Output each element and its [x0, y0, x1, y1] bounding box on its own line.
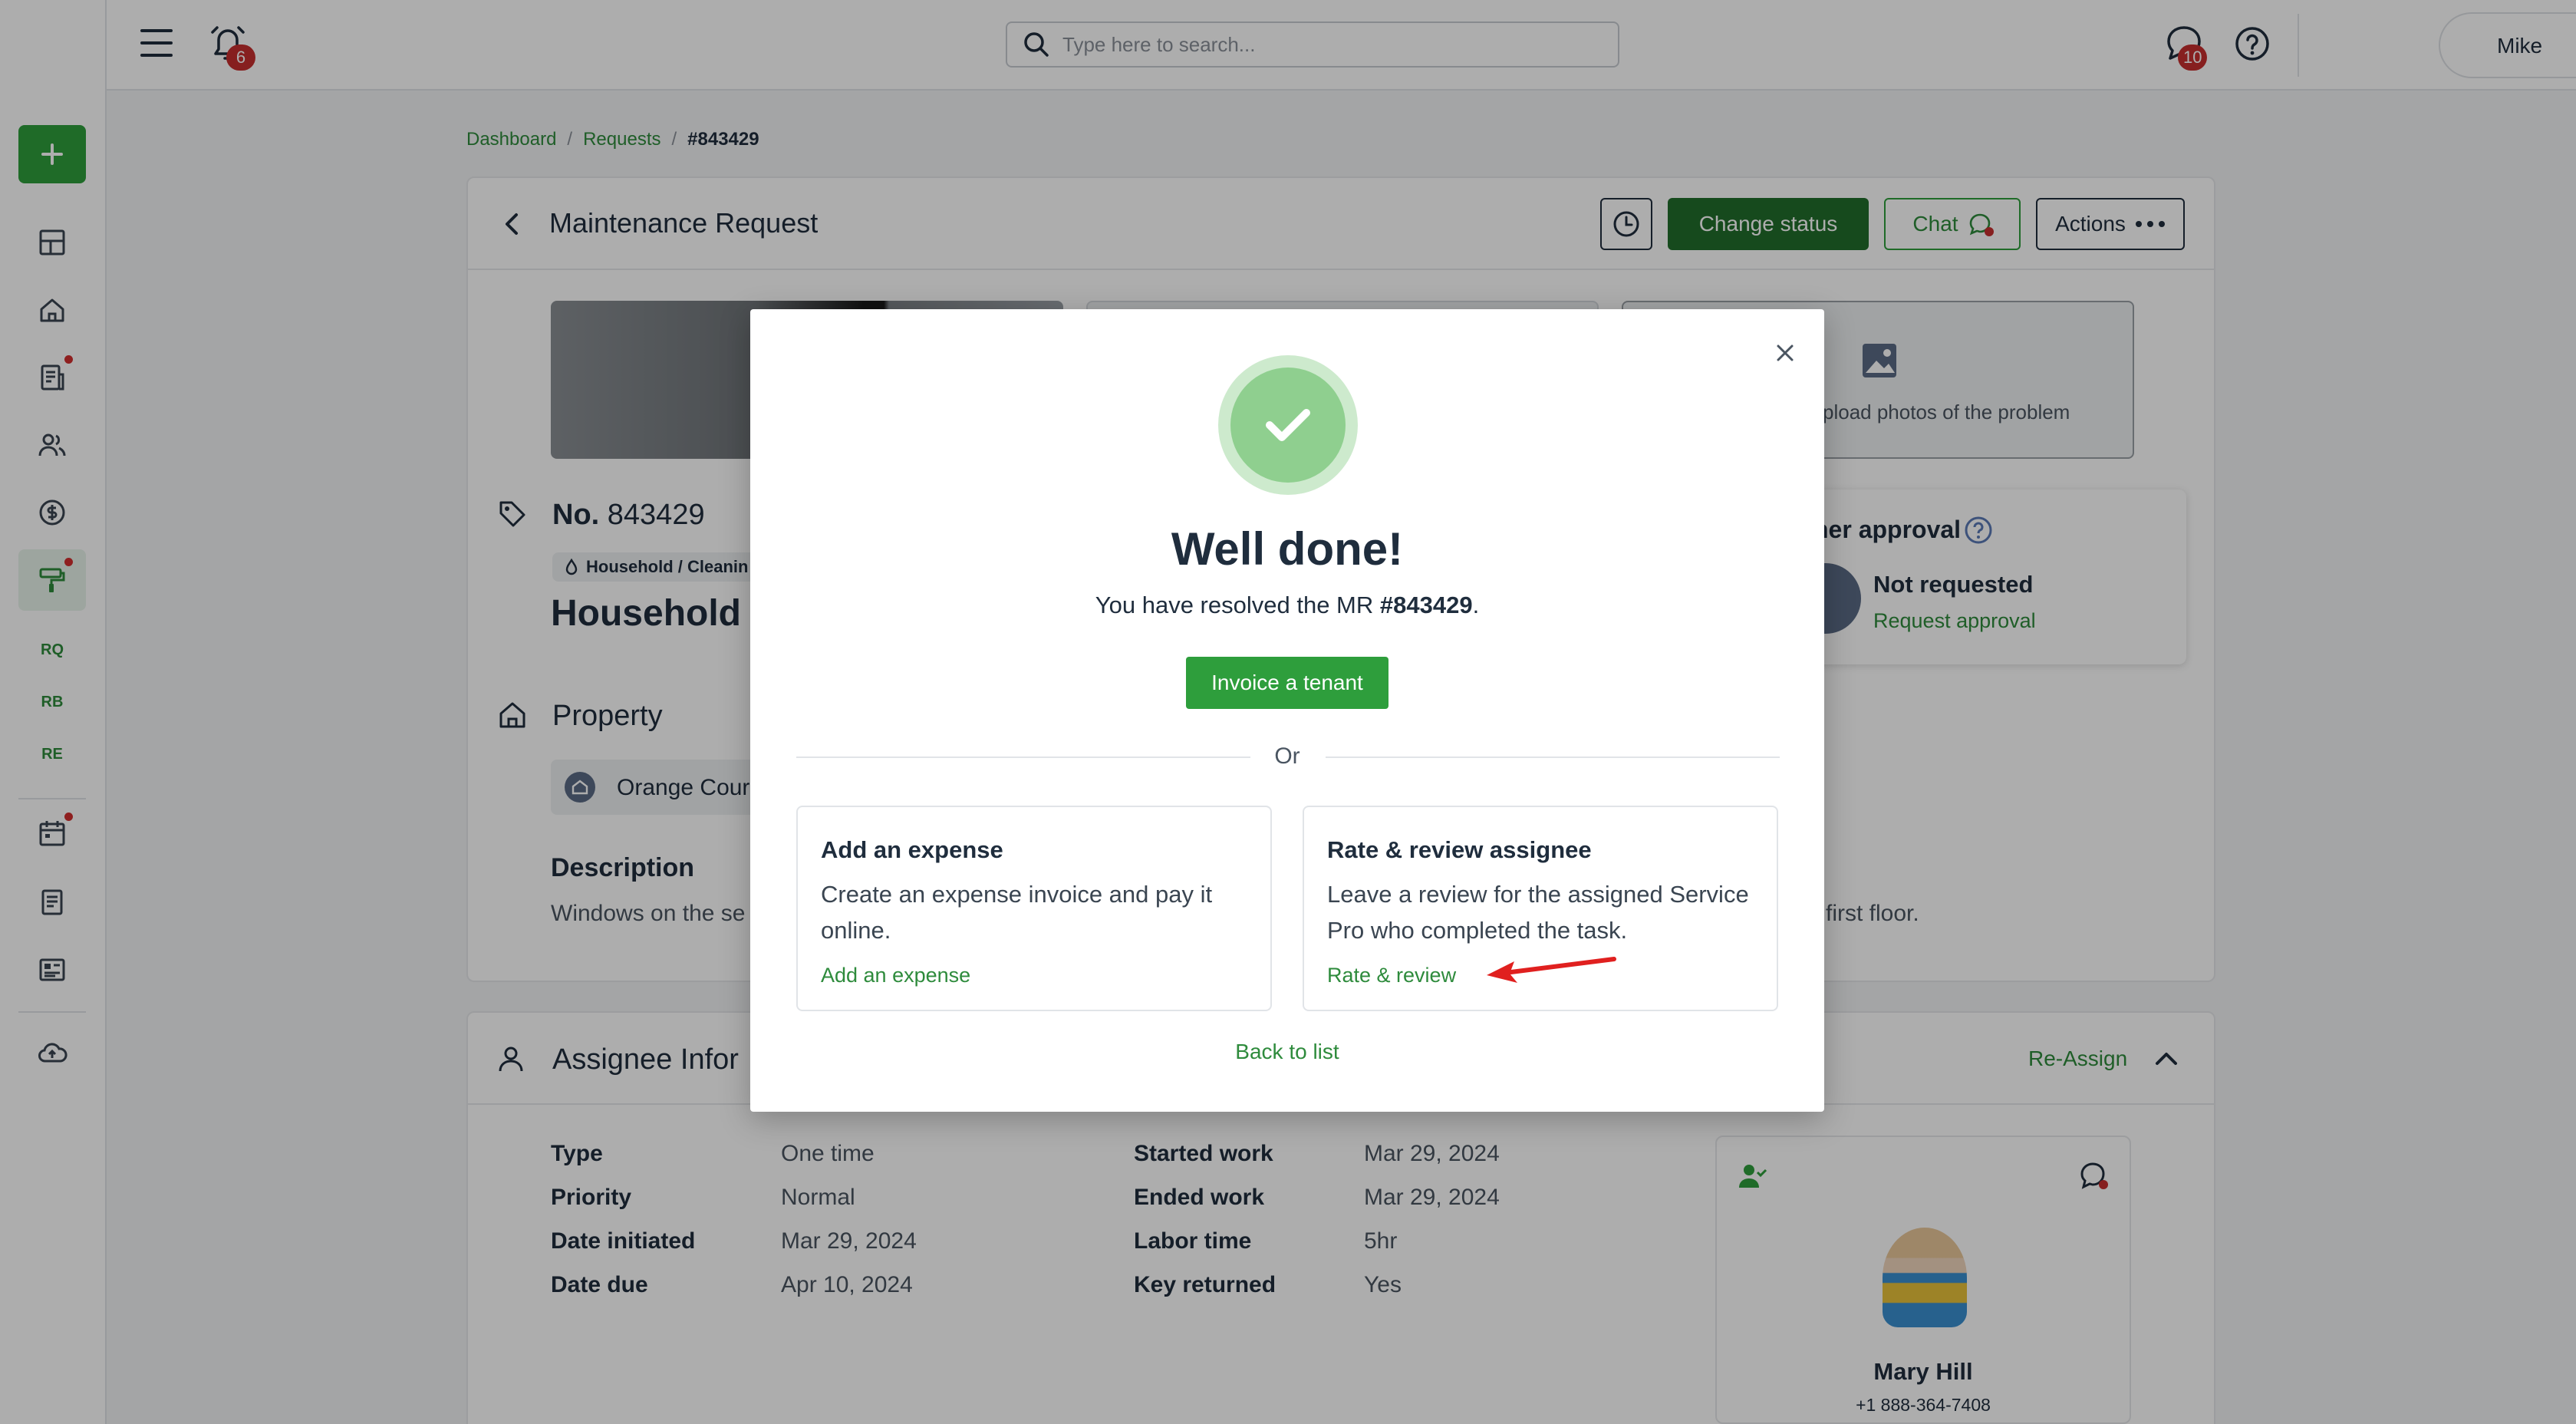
dialog-subtitle-suffix: .	[1472, 592, 1480, 618]
option-rate-review-heading: Rate & review assignee	[1327, 836, 1592, 863]
invoice-tenant-button[interactable]: Invoice a tenant	[1186, 657, 1388, 709]
success-badge	[1218, 355, 1358, 495]
option-rate-review: Rate & review assignee Leave a review fo…	[1303, 806, 1778, 1011]
rate-review-link[interactable]: Rate & review	[1327, 964, 1456, 987]
annotation-arrow-icon	[1487, 957, 1616, 983]
checkmark-icon	[1266, 409, 1310, 441]
option-add-expense-heading: Add an expense	[821, 836, 1003, 863]
close-button[interactable]	[1767, 335, 1803, 371]
option-add-expense: Add an expense Create an expense invoice…	[796, 806, 1272, 1011]
resolved-dialog: Well done! You have resolved the MR #843…	[750, 309, 1824, 1112]
option-rate-review-description: Leave a review for the assigned Service …	[1327, 881, 1749, 944]
or-label: Or	[1274, 743, 1300, 769]
close-icon	[1777, 344, 1794, 361]
dialog-subtitle-prefix: You have resolved the MR	[1095, 592, 1380, 618]
dialog-subtitle: You have resolved the MR #843429.	[750, 592, 1824, 619]
dialog-subtitle-id: #843429	[1379, 592, 1473, 618]
add-expense-link[interactable]: Add an expense	[821, 964, 970, 987]
back-to-list-link[interactable]: Back to list	[750, 1040, 1824, 1064]
option-add-expense-description: Create an expense invoice and pay it onl…	[821, 881, 1213, 944]
dialog-title: Well done!	[1171, 523, 1404, 575]
